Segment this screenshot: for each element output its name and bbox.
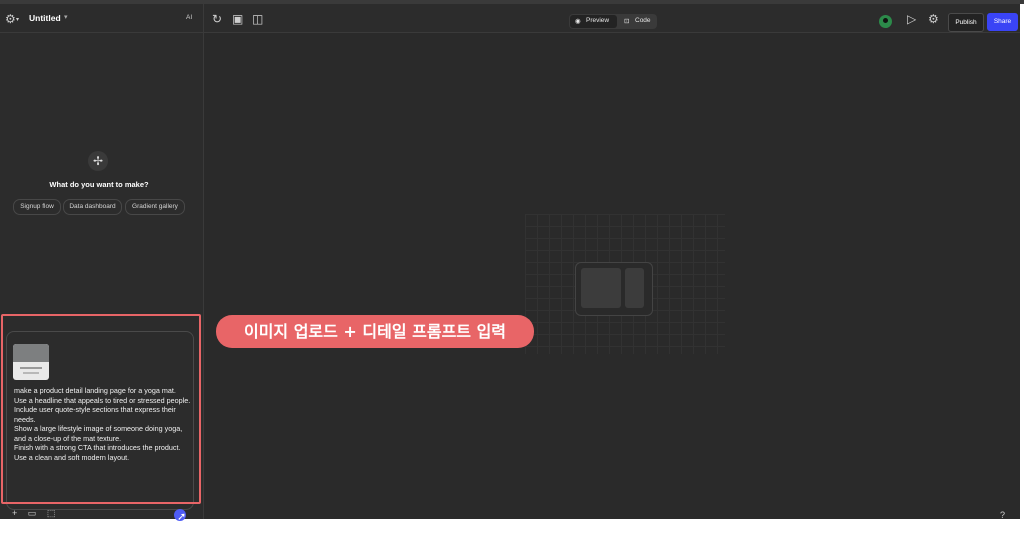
tab-preview-label[interactable]: Preview — [586, 17, 609, 24]
ai-button[interactable]: AI — [186, 14, 192, 21]
mouse-cursor-icon: ➚ — [177, 511, 187, 523]
view-toggle: ◉ Preview ⊡ Code — [569, 14, 657, 29]
refresh-icon[interactable]: ↻ — [212, 13, 222, 25]
preview-block-left — [581, 268, 621, 308]
prompt-tools: + ▭ ⬚ — [12, 508, 55, 519]
suggestion-chip-signup-flow[interactable]: Signup flow — [13, 199, 61, 215]
app-logo-icon[interactable]: ⚙ — [5, 13, 16, 25]
highlight-frame — [1, 314, 201, 504]
gear-icon[interactable]: ⚙ — [928, 13, 939, 25]
publish-button[interactable]: Publish — [948, 13, 984, 32]
panel-bottom-icon[interactable]: ▣ — [232, 13, 243, 25]
avatar-head — [883, 18, 888, 23]
library-icon[interactable]: ▭ — [28, 508, 37, 518]
share-button[interactable]: Share — [987, 13, 1018, 31]
empty-state-question: What do you want to make? — [49, 180, 149, 189]
code-icon: ⊡ — [624, 18, 630, 25]
file-title[interactable]: Untitled — [29, 13, 61, 23]
panel-split-icon[interactable]: ◫ — [252, 13, 263, 25]
tab-code-label[interactable]: Code — [635, 17, 651, 24]
preview-placeholder — [575, 262, 653, 316]
add-icon[interactable]: + — [12, 508, 17, 518]
suggestion-chip-gradient-gallery[interactable]: Gradient gallery — [125, 199, 185, 215]
title-chevron-down-icon[interactable]: ▾ — [64, 13, 68, 21]
select-icon[interactable]: ⬚ — [47, 508, 56, 518]
suggestion-chip-data-dashboard[interactable]: Data dashboard — [63, 199, 122, 215]
sidebar-header: ⚙ ▾ Untitled ▾ AI — [0, 4, 203, 33]
eye-icon: ◉ — [575, 18, 581, 25]
make-icon: ✢ — [88, 151, 108, 171]
logo-chevron-down-icon[interactable]: ▾ — [16, 14, 19, 26]
help-icon[interactable]: ? — [1000, 510, 1005, 520]
annotation-callout: 이미지 업로드 + 디테일 프롬프트 입력 — [216, 315, 534, 348]
play-icon[interactable]: ▷ — [907, 13, 916, 25]
preview-block-right — [625, 268, 644, 308]
avatar[interactable] — [879, 15, 892, 28]
